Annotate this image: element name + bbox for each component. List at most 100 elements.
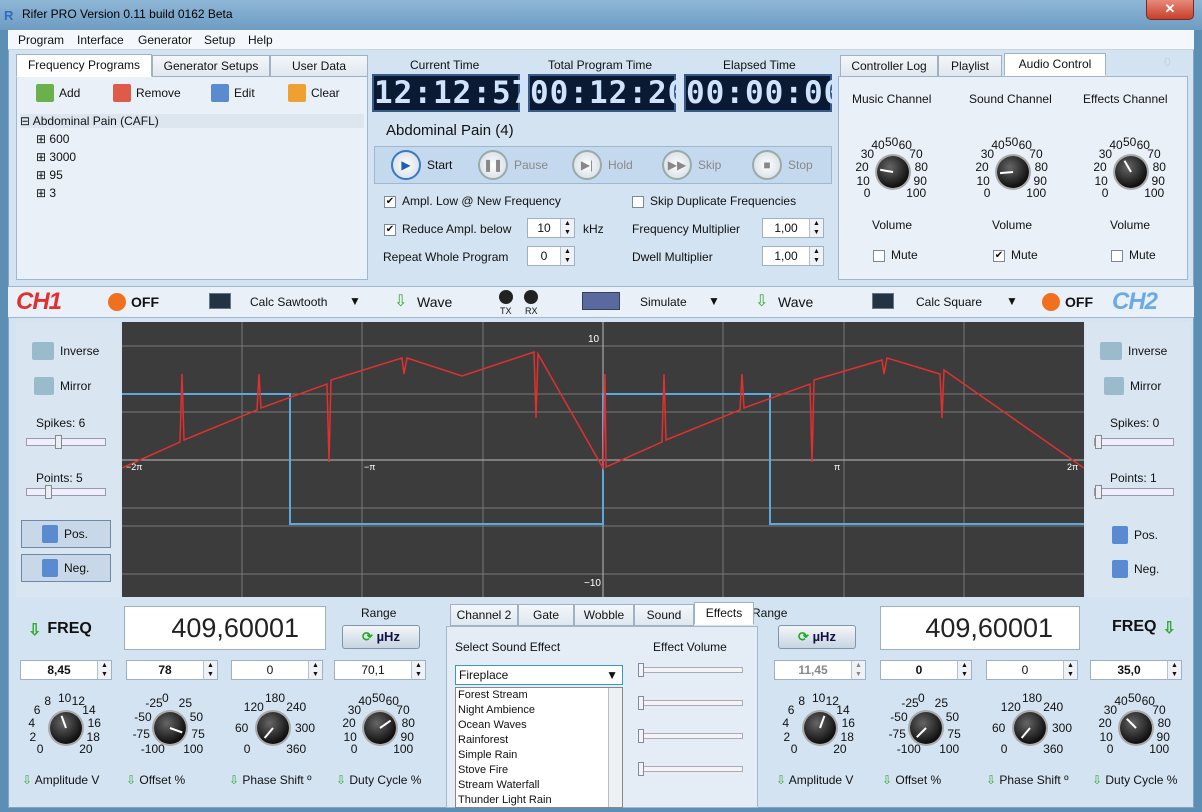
clear-button[interactable]: Clear bbox=[288, 84, 340, 102]
ch2-pos-button[interactable]: Pos. bbox=[1112, 526, 1158, 544]
ch1-points-slider[interactable] bbox=[26, 485, 106, 499]
slider-thumb[interactable] bbox=[638, 663, 644, 677]
ch2-inverse-button[interactable]: Inverse bbox=[1100, 342, 1167, 360]
slider-thumb[interactable] bbox=[638, 696, 644, 710]
list-scrollbar[interactable] bbox=[608, 688, 622, 807]
ch2-frequency-input[interactable]: 409,60001 bbox=[880, 606, 1080, 650]
reduce-ampl-stepper[interactable]: 10 ▲ ▼ bbox=[527, 218, 575, 238]
ch1-duty-stepper[interactable]: 70,1 ▲ ▼ bbox=[334, 660, 426, 680]
ch2-waveform-select[interactable]: Calc Square bbox=[916, 295, 982, 309]
ch1-mirror-button[interactable]: Mirror bbox=[34, 377, 91, 395]
sound-mute-checkbox[interactable]: ✔ Mute bbox=[993, 248, 1038, 262]
stepper-arrows-icon[interactable]: ▲ ▼ bbox=[203, 661, 217, 679]
stepper-arrows-icon[interactable]: ▲ ▼ bbox=[97, 661, 111, 679]
edit-button[interactable]: Edit bbox=[211, 84, 255, 102]
ch1-neg-button[interactable]: Neg. bbox=[21, 554, 111, 582]
tab-effects[interactable]: Effects bbox=[694, 602, 754, 625]
ch2-spikes-slider[interactable] bbox=[1094, 435, 1174, 449]
slider-thumb[interactable] bbox=[45, 485, 52, 499]
repeat-stepper[interactable]: 0 ▲ ▼ bbox=[527, 246, 575, 266]
ch2-phase-knob[interactable] bbox=[1014, 712, 1046, 744]
tab-audio-control[interactable]: Audio Control bbox=[1004, 53, 1106, 76]
slider-thumb[interactable] bbox=[1095, 485, 1102, 499]
menu-help[interactable]: Help bbox=[248, 33, 273, 47]
ch2-range-button[interactable]: ⟳ µHz bbox=[778, 625, 856, 649]
effect-volume-slider[interactable] bbox=[638, 762, 743, 776]
tab-generator-setups[interactable]: Generator Setups bbox=[152, 55, 270, 77]
ch1-dropdown-icon[interactable]: ▼ bbox=[349, 294, 361, 308]
ch1-phase-stepper[interactable]: 0 ▲ ▼ bbox=[231, 660, 323, 680]
menu-setup[interactable]: Setup bbox=[204, 33, 235, 47]
freq-mult-stepper[interactable]: 1,00 ▲ ▼ bbox=[762, 218, 824, 238]
ch2-dropdown-icon[interactable]: ▼ bbox=[1006, 294, 1018, 308]
menu-program[interactable]: Program bbox=[18, 33, 64, 47]
pause-button[interactable]: ❚❚ Pause bbox=[478, 150, 548, 180]
ch1-inverse-button[interactable]: Inverse bbox=[32, 342, 99, 360]
simulate-dropdown-icon[interactable]: ▼ bbox=[708, 294, 720, 308]
music-volume-knob[interactable] bbox=[877, 156, 909, 188]
close-button[interactable]: ✕ bbox=[1146, 0, 1194, 20]
ch2-neg-button[interactable]: Neg. bbox=[1112, 560, 1159, 578]
list-item[interactable]: Stove Fire bbox=[456, 763, 622, 778]
list-item[interactable]: Night Ambience bbox=[456, 703, 622, 718]
effect-volume-slider[interactable] bbox=[638, 663, 743, 677]
tree-item[interactable]: ⊞ 3 bbox=[36, 186, 56, 200]
ch1-spikes-slider[interactable] bbox=[26, 435, 106, 449]
sound-effect-list[interactable]: Forest Stream Night Ambience Ocean Waves… bbox=[455, 687, 623, 808]
tree-item[interactable]: ⊞ 95 bbox=[36, 168, 63, 182]
ch1-offset-knob[interactable] bbox=[154, 712, 186, 744]
stepper-arrows-icon[interactable]: ▲ ▼ bbox=[1167, 661, 1181, 679]
tree-item[interactable]: ⊞ 3000 bbox=[36, 150, 76, 164]
remove-button[interactable]: Remove bbox=[113, 84, 181, 102]
stepper-arrows-icon[interactable]: ▲ ▼ bbox=[957, 661, 971, 679]
ch1-amplitude-knob[interactable] bbox=[50, 712, 82, 744]
stepper-arrows-icon[interactable]: ▲ ▼ bbox=[1063, 661, 1077, 679]
ch2-wave-button[interactable]: Wave bbox=[778, 294, 813, 310]
ch1-amplitude-stepper[interactable]: 8,45 ▲ ▼ bbox=[20, 660, 112, 680]
effects-mute-checkbox[interactable]: Mute bbox=[1111, 248, 1156, 262]
slider-thumb[interactable] bbox=[638, 729, 644, 743]
ch1-waveform-select[interactable]: Calc Sawtooth bbox=[250, 295, 327, 309]
list-item[interactable]: Ocean Waves bbox=[456, 718, 622, 733]
hold-button[interactable]: ▶| Hold bbox=[572, 150, 633, 180]
effects-volume-knob[interactable] bbox=[1115, 156, 1147, 188]
ch2-amplitude-knob[interactable] bbox=[804, 712, 836, 744]
ch1-power-button[interactable]: OFF bbox=[108, 293, 159, 311]
list-item[interactable]: Thunder Light Rain bbox=[456, 793, 622, 808]
stepper-arrows-icon[interactable]: ▲ ▼ bbox=[851, 661, 865, 679]
ch1-pos-button[interactable]: Pos. bbox=[21, 520, 111, 548]
skip-button[interactable]: ▶▶ Skip bbox=[662, 150, 721, 180]
slider-thumb[interactable] bbox=[638, 762, 644, 776]
ch2-offset-knob[interactable] bbox=[910, 712, 942, 744]
tab-frequency-programs[interactable]: Frequency Programs bbox=[16, 54, 152, 77]
sound-effect-select[interactable]: Fireplace ▼ bbox=[455, 665, 623, 685]
tab-gate[interactable]: Gate bbox=[518, 604, 574, 626]
stop-button[interactable]: ■ Stop bbox=[752, 150, 813, 180]
tree-root[interactable]: ⊟ Abdominal Pain (CAFL) bbox=[20, 114, 364, 128]
tab-channel-2[interactable]: Channel 2 bbox=[450, 604, 518, 626]
ch2-offset-stepper[interactable]: 0 ▲ ▼ bbox=[880, 660, 972, 680]
start-button[interactable]: ▶ Start bbox=[391, 150, 452, 180]
reduce-ampl-checkbox[interactable]: ✔ Reduce Ampl. below bbox=[384, 222, 511, 236]
dwell-mult-stepper[interactable]: 1,00 ▲ ▼ bbox=[762, 246, 824, 266]
ch2-mirror-button[interactable]: Mirror bbox=[1104, 377, 1161, 395]
list-item[interactable]: Stream Waterfall bbox=[456, 778, 622, 793]
stepper-arrows-icon[interactable]: ▲ ▼ bbox=[809, 247, 823, 265]
ch1-frequency-input[interactable]: 409,60001 bbox=[124, 606, 326, 650]
ch1-offset-stepper[interactable]: 78 ▲ ▼ bbox=[126, 660, 218, 680]
slider-thumb[interactable] bbox=[55, 435, 62, 449]
ch1-range-button[interactable]: ⟳ µHz bbox=[342, 625, 420, 649]
ch2-phase-stepper[interactable]: 0 ▲ ▼ bbox=[986, 660, 1078, 680]
ch2-points-slider[interactable] bbox=[1094, 485, 1174, 499]
stepper-arrows-icon[interactable]: ▲ ▼ bbox=[560, 219, 574, 237]
tab-playlist[interactable]: Playlist bbox=[938, 55, 1002, 77]
ch1-wave-button[interactable]: Wave bbox=[417, 294, 452, 310]
ch2-amplitude-stepper[interactable]: 11,45 ▲ ▼ bbox=[774, 660, 866, 680]
stepper-arrows-icon[interactable]: ▲ ▼ bbox=[809, 219, 823, 237]
ch1-duty-knob[interactable] bbox=[364, 712, 396, 744]
list-item[interactable]: Rainforest bbox=[456, 733, 622, 748]
simulate-select[interactable]: Simulate bbox=[640, 295, 687, 309]
tab-controller-log[interactable]: Controller Log bbox=[840, 55, 938, 77]
effect-volume-slider[interactable] bbox=[638, 696, 743, 710]
tab-wobble[interactable]: Wobble bbox=[574, 604, 634, 626]
